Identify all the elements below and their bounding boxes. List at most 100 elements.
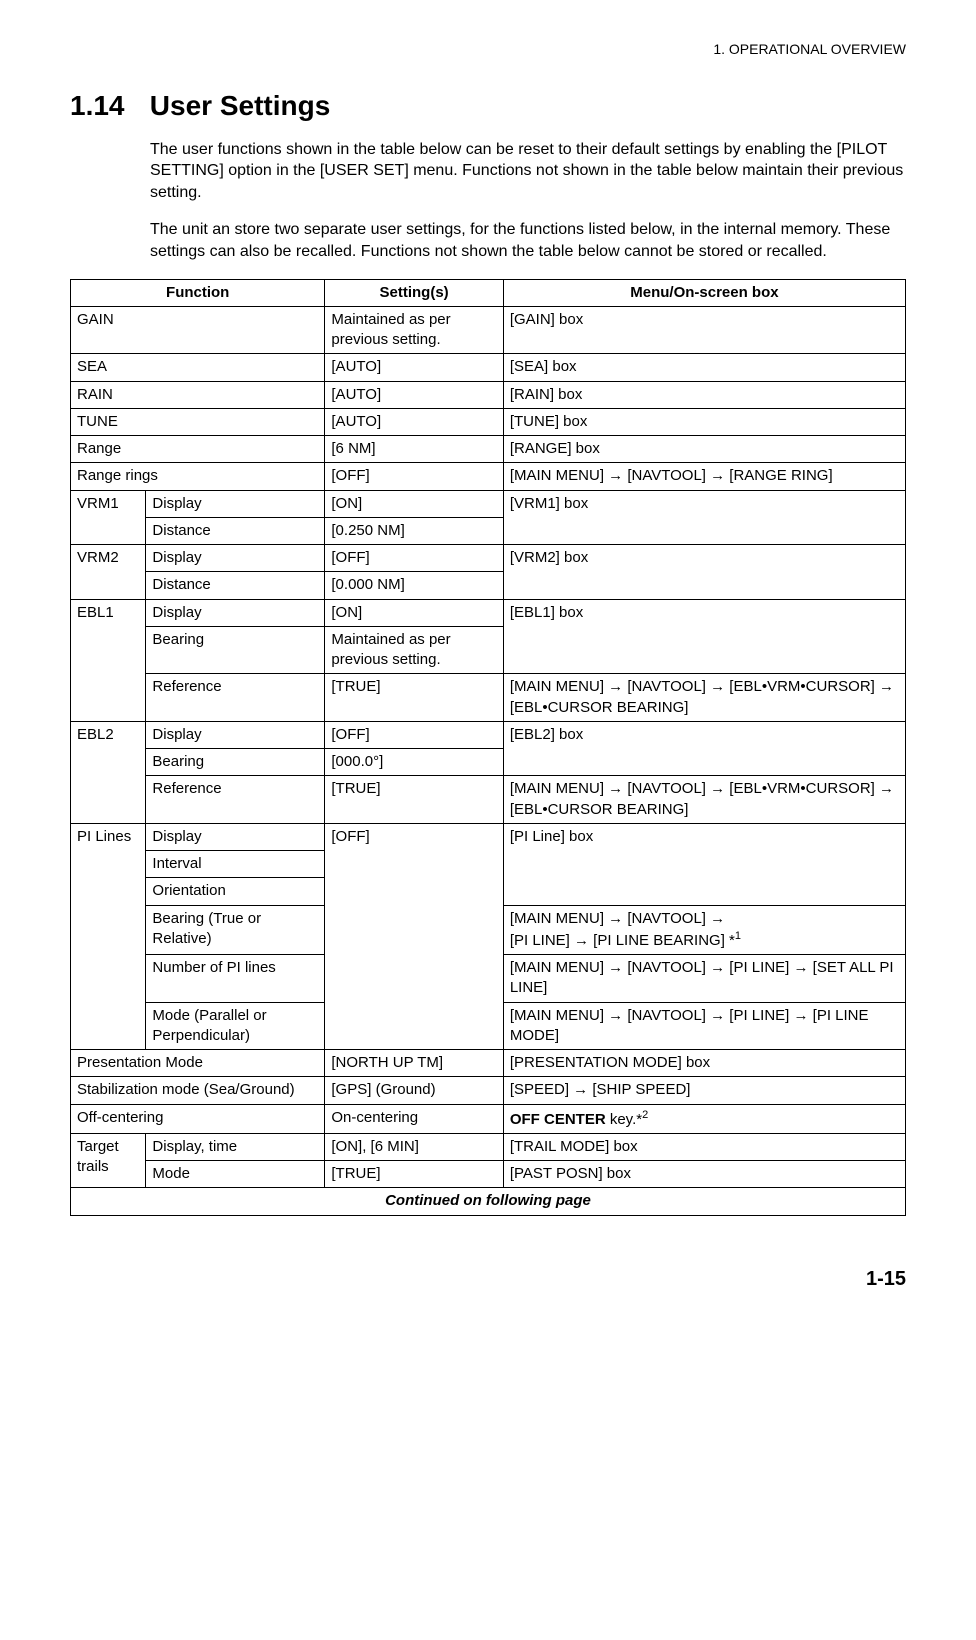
cell-setting: [OFF] [325, 721, 503, 748]
cell-text: key.* [606, 1111, 642, 1128]
cell-function: GAIN [71, 306, 325, 354]
section-title: 1.14 User Settings [70, 87, 906, 125]
cell-menu: [MAIN MENU] → [NAVTOOL] → [PI LINE] → [P… [503, 1002, 905, 1050]
cell-setting: [ON], [6 MIN] [325, 1133, 503, 1160]
table-row: RAIN [AUTO] [RAIN] box [71, 381, 906, 408]
cell-subfunction: Number of PI lines [146, 955, 325, 1003]
cell-function: Presentation Mode [71, 1050, 325, 1077]
cell-subfunction: Display, time [146, 1133, 325, 1160]
cell-menu: [SEA] box [503, 354, 905, 381]
cell-subfunction: Display [146, 545, 325, 572]
cell-menu: [GAIN] box [503, 306, 905, 354]
cell-function: VRM1 [71, 490, 146, 545]
cell-text-bold: OFF CENTER [510, 1111, 606, 1128]
section-number: 1.14 [70, 87, 142, 125]
cell-function: Target trails [71, 1133, 146, 1188]
table-row: Range [6 NM] [RANGE] box [71, 436, 906, 463]
cell-menu: [MAIN MENU] → [NAVTOOL] → [EBL•VRM•CURSO… [503, 674, 905, 722]
cell-setting: [ON] [325, 599, 503, 626]
section-heading-text: User Settings [150, 90, 331, 121]
cell-setting: [000.0°] [325, 749, 503, 776]
cell-subfunction: Orientation [146, 878, 325, 905]
table-row: Reference [TRUE] [MAIN MENU] → [NAVTOOL]… [71, 674, 906, 722]
cell-menu: [RAIN] box [503, 381, 905, 408]
cell-menu: [MAIN MENU] → [NAVTOOL] → [RANGE RING] [503, 463, 905, 490]
table-row: Range rings [OFF] [MAIN MENU] → [NAVTOOL… [71, 463, 906, 490]
cell-setting: [ON] [325, 490, 503, 517]
cell-function: VRM2 [71, 545, 146, 600]
cell-menu: [PRESENTATION MODE] box [503, 1050, 905, 1077]
cell-menu: [MAIN MENU] → [NAVTOOL] → [EBL•VRM•CURSO… [503, 776, 905, 824]
table-row: Presentation Mode [NORTH UP TM] [PRESENT… [71, 1050, 906, 1077]
cell-menu: [PI Line] box [503, 823, 905, 905]
cell-setting: [0.250 NM] [325, 517, 503, 544]
table-row: EBL2 Display [OFF] [EBL2] box [71, 721, 906, 748]
table-row: SEA [AUTO] [SEA] box [71, 354, 906, 381]
cell-function: Range [71, 436, 325, 463]
cell-subfunction: Mode [146, 1161, 325, 1188]
table-row-continued: Continued on following page [71, 1188, 906, 1215]
cell-function: Range rings [71, 463, 325, 490]
cell-function: Stabilization mode (Sea/Ground) [71, 1077, 325, 1104]
table-row: GAIN Maintained as per previous setting.… [71, 306, 906, 354]
cell-subfunction: Display [146, 823, 325, 850]
cell-menu: [EBL1] box [503, 599, 905, 674]
cell-subfunction: Bearing (True or Relative) [146, 905, 325, 955]
cell-subfunction: Reference [146, 776, 325, 824]
cell-function: SEA [71, 354, 325, 381]
table-row: PI Lines Display [OFF] [PI Line] box [71, 823, 906, 850]
cell-subfunction: Mode (Parallel or Perpendicular) [146, 1002, 325, 1050]
page-number: 1-15 [70, 1266, 906, 1293]
cell-setting: [AUTO] [325, 354, 503, 381]
cell-setting: On-centering [325, 1104, 503, 1133]
chapter-header: 1. OPERATIONAL OVERVIEW [70, 40, 906, 59]
cell-setting: [NORTH UP TM] [325, 1050, 503, 1077]
cell-setting: [TRUE] [325, 776, 503, 824]
table-row: VRM1 Display [ON] [VRM1] box [71, 490, 906, 517]
cell-subfunction: Distance [146, 517, 325, 544]
cell-subfunction: Display [146, 490, 325, 517]
table-row: Off-centering On-centering OFF CENTER ke… [71, 1104, 906, 1133]
table-row: VRM2 Display [OFF] [VRM2] box [71, 545, 906, 572]
th-menu: Menu/On-screen box [503, 279, 905, 306]
cell-setting: [OFF] [325, 545, 503, 572]
cell-setting: [TRUE] [325, 674, 503, 722]
cell-subfunction: Bearing [146, 749, 325, 776]
superscript: 1 [735, 930, 741, 942]
cell-setting: [0.000 NM] [325, 572, 503, 599]
cell-setting: [AUTO] [325, 408, 503, 435]
cell-setting: [6 NM] [325, 436, 503, 463]
cell-setting: [TRUE] [325, 1161, 503, 1188]
cell-function: Off-centering [71, 1104, 325, 1133]
cell-menu: [MAIN MENU] → [NAVTOOL] → [PI LINE] → [P… [503, 905, 905, 955]
settings-table: Function Setting(s) Menu/On-screen box G… [70, 279, 906, 1216]
cell-text: [MAIN MENU] → [NAVTOOL] → [510, 910, 725, 927]
cell-function: EBL2 [71, 721, 146, 823]
th-function: Function [71, 279, 325, 306]
cell-setting: [AUTO] [325, 381, 503, 408]
cell-function: TUNE [71, 408, 325, 435]
cell-menu: [VRM1] box [503, 490, 905, 545]
table-row: TUNE [AUTO] [TUNE] box [71, 408, 906, 435]
cell-menu: OFF CENTER key.*2 [503, 1104, 905, 1133]
cell-function: PI Lines [71, 823, 146, 1049]
cell-setting: Maintained as per previous setting. [325, 626, 503, 674]
cell-setting: [GPS] (Ground) [325, 1077, 503, 1104]
paragraph-1: The user functions shown in the table be… [150, 139, 906, 204]
cell-menu: [RANGE] box [503, 436, 905, 463]
cell-function: RAIN [71, 381, 325, 408]
cell-menu: [PAST POSN] box [503, 1161, 905, 1188]
table-header-row: Function Setting(s) Menu/On-screen box [71, 279, 906, 306]
table-row: Target trails Display, time [ON], [6 MIN… [71, 1133, 906, 1160]
cell-subfunction: Display [146, 599, 325, 626]
superscript: 2 [642, 1109, 648, 1121]
cell-menu: [EBL2] box [503, 721, 905, 776]
continued-cell: Continued on following page [71, 1188, 906, 1215]
table-row: EBL1 Display [ON] [EBL1] box [71, 599, 906, 626]
cell-menu: [TUNE] box [503, 408, 905, 435]
cell-subfunction: Interval [146, 851, 325, 878]
cell-text: [PI LINE] → [PI LINE BEARING] * [510, 932, 735, 949]
cell-subfunction: Reference [146, 674, 325, 722]
cell-menu: [VRM2] box [503, 545, 905, 600]
cell-setting: Maintained as per previous setting. [325, 306, 503, 354]
